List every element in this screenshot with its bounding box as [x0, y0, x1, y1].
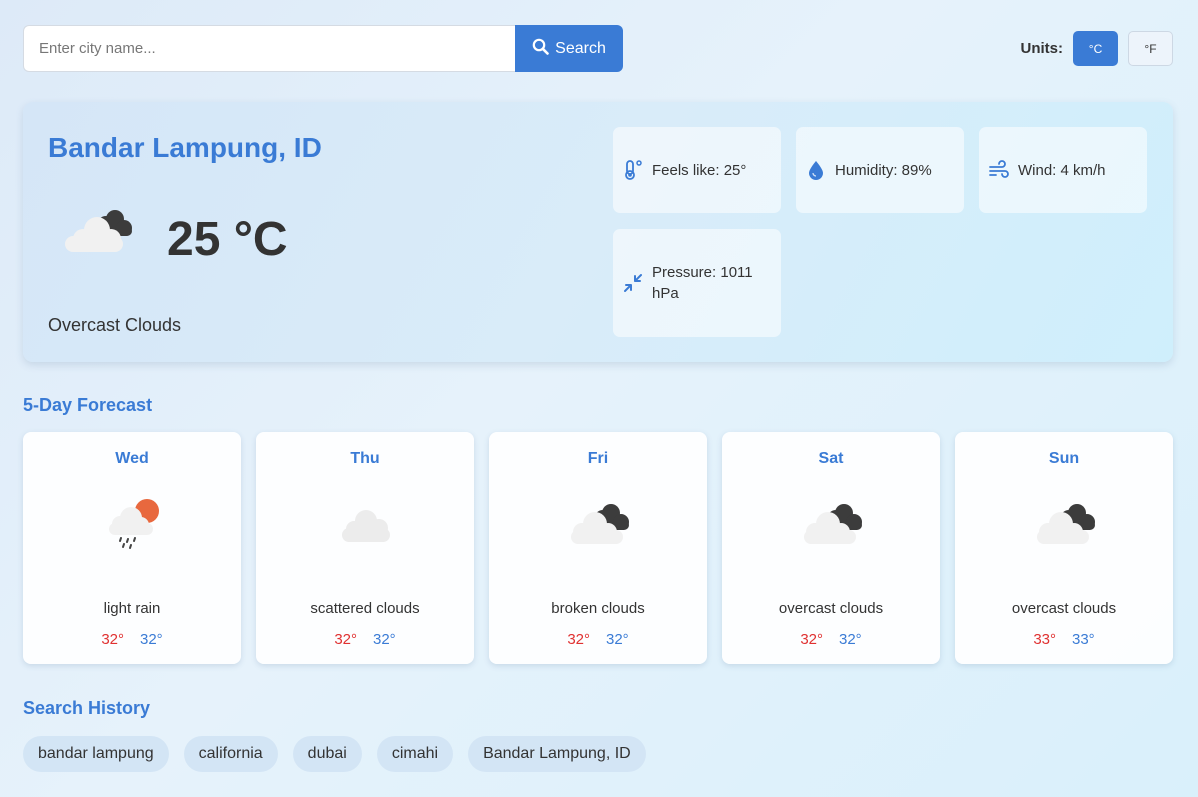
history-chip[interactable]: Bandar Lampung, ID	[468, 736, 646, 772]
broken-clouds-icon	[563, 494, 635, 554]
compress-arrows-icon	[622, 272, 644, 294]
search-button[interactable]: Search	[515, 25, 623, 72]
current-weather-card: Bandar Lampung, ID 25 °C Overcast Clouds…	[23, 102, 1173, 362]
water-drop-icon	[805, 159, 827, 181]
forecast-card: Fri broken clouds 32° 32°	[489, 432, 707, 664]
humidity-value: Humidity: 89%	[835, 161, 932, 179]
humidity-tile: Humidity: 89%	[796, 127, 964, 213]
pressure-tile: Pressure: 1011 hPa	[613, 229, 781, 337]
forecast-temps: 33° 33°	[955, 631, 1173, 648]
forecast-description: broken clouds	[551, 600, 645, 617]
thermometer-icon	[622, 159, 644, 181]
forecast-min-temp: 32°	[606, 631, 629, 648]
history-chip[interactable]: bandar lampung	[23, 736, 169, 772]
forecast-card: Sat overcast clouds 32° 32°	[722, 432, 940, 664]
current-temperature: 25 °C	[167, 213, 288, 266]
forecast-min-temp: 32°	[373, 631, 396, 648]
forecast-min-temp: 32°	[140, 631, 163, 648]
pressure-value: Pressure: 1011 hPa	[652, 264, 753, 302]
forecast-list: Wed light rain 32° 32° Thu scattered clo…	[23, 432, 1173, 664]
search-input[interactable]	[23, 25, 515, 72]
forecast-max-temp: 33°	[1033, 631, 1056, 648]
search-history-title: Search History	[23, 698, 151, 718]
unit-toggle: Units: °C °F	[1020, 31, 1173, 66]
forecast-card: Sun overcast clouds 33° 33°	[955, 432, 1173, 664]
forecast-card: Thu scattered clouds 32° 32°	[256, 432, 474, 664]
forecast-title: 5-Day Forecast	[23, 395, 153, 415]
forecast-day: Thu	[350, 450, 380, 467]
search-history-list: bandar lampung california dubai cimahi B…	[23, 736, 646, 772]
forecast-day: Wed	[115, 450, 149, 467]
forecast-description: overcast clouds	[1011, 600, 1117, 617]
city-name: Bandar Lampung, ID	[48, 132, 322, 163]
search-form: Search	[23, 25, 623, 72]
forecast-max-temp: 32°	[567, 631, 590, 648]
forecast-description: overcast clouds	[778, 600, 884, 617]
wind-tile: Wind: 4 km/h	[979, 127, 1147, 213]
forecast-day: Fri	[587, 450, 609, 467]
broken-clouds-icon	[61, 202, 137, 258]
feels-like-tile: Feels like: 25°	[613, 127, 781, 213]
forecast-temps: 32° 32°	[722, 631, 940, 648]
forecast-day: Sun	[1048, 450, 1080, 467]
forecast-min-temp: 33°	[1072, 631, 1095, 648]
search-button-label: Search	[555, 39, 606, 57]
history-chip[interactable]: dubai	[292, 736, 362, 772]
forecast-card: Wed light rain 32° 32°	[23, 432, 241, 664]
broken-clouds-icon	[1029, 494, 1101, 554]
forecast-min-temp: 32°	[839, 631, 862, 648]
wind-value: Wind: 4 km/h	[1018, 161, 1106, 179]
weather-description: Overcast Clouds	[48, 315, 182, 335]
broken-clouds-icon	[796, 494, 868, 554]
forecast-temps: 32° 32°	[23, 631, 241, 648]
forecast-temps: 32° 32°	[489, 631, 707, 648]
forecast-description: scattered clouds	[310, 600, 420, 617]
forecast-max-temp: 32°	[101, 631, 124, 648]
fahrenheit-button[interactable]: °F	[1128, 31, 1173, 66]
celsius-button[interactable]: °C	[1073, 31, 1118, 66]
forecast-max-temp: 32°	[334, 631, 357, 648]
rain-sun-icon	[97, 494, 169, 554]
history-chip[interactable]: cimahi	[376, 736, 454, 772]
forecast-max-temp: 32°	[800, 631, 823, 648]
wind-icon	[988, 159, 1010, 181]
forecast-temps: 32° 32°	[256, 631, 474, 648]
history-chip[interactable]: california	[183, 736, 278, 772]
forecast-day: Sat	[818, 450, 844, 467]
forecast-description: light rain	[103, 600, 161, 617]
cloud-icon	[330, 494, 402, 554]
search-icon	[532, 38, 549, 60]
feels-like-value: Feels like: 25°	[652, 161, 747, 179]
units-label: Units:	[1020, 40, 1064, 57]
